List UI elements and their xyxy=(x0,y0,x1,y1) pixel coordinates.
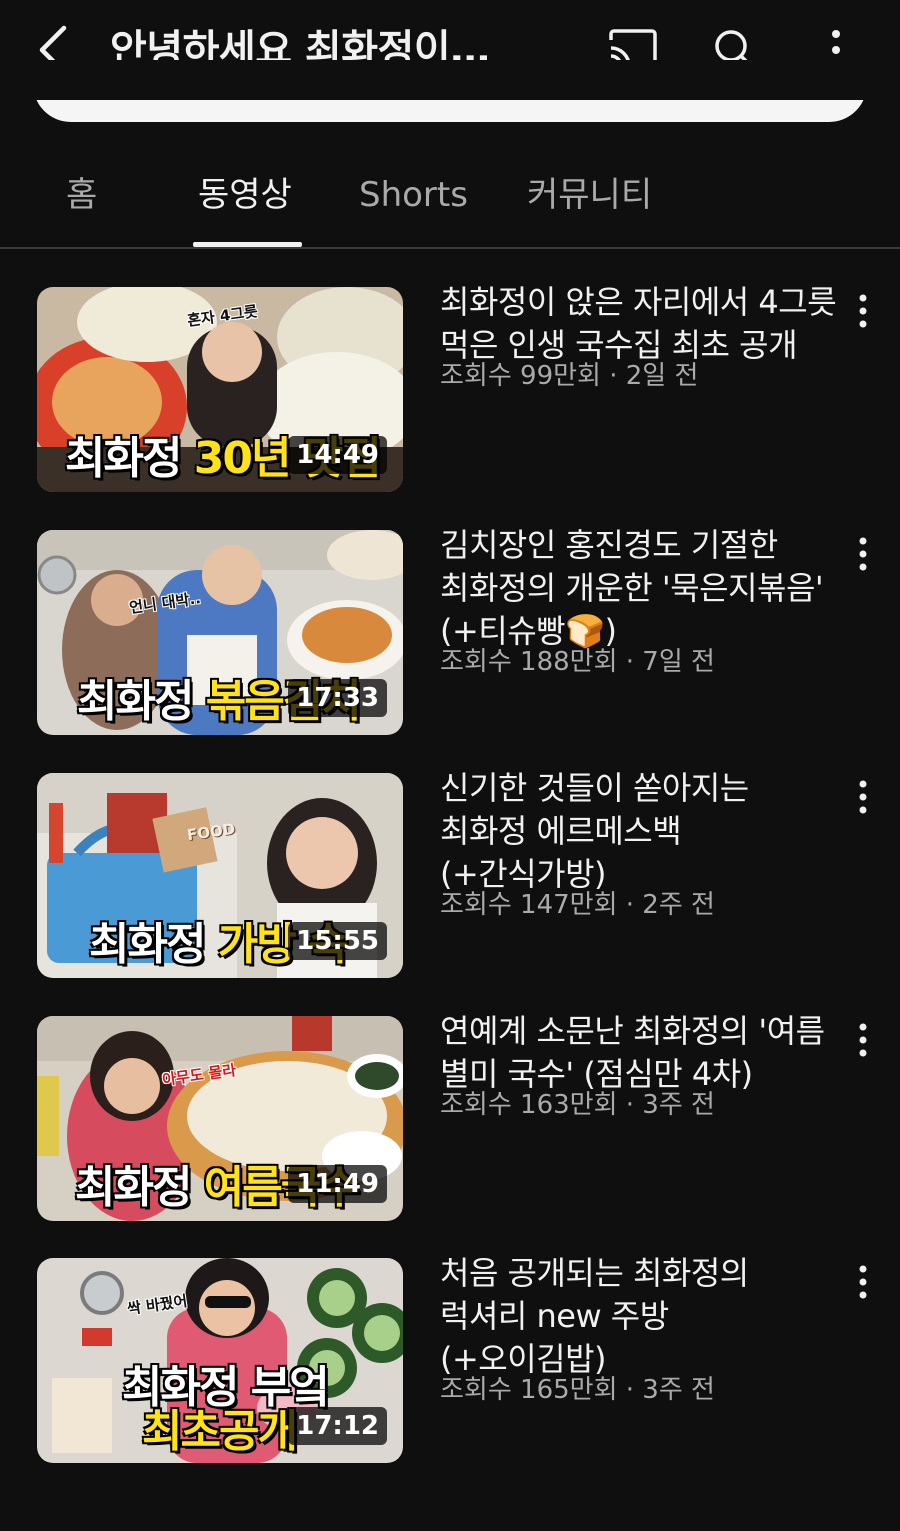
more-vertical-icon xyxy=(859,780,867,814)
video-menu-button[interactable] xyxy=(846,289,880,333)
video-title[interactable]: 최화정이 앉은 자리에서 4그릇 먹은 인생 국수집 최초 공개 xyxy=(440,281,840,367)
more-vertical-icon xyxy=(859,537,867,571)
video-title[interactable]: 신기한 것들이 쏟아지는 최화정 에르메스백 (+간식가방) xyxy=(440,767,840,896)
thumbnail-caption-highlight: 최초공개 xyxy=(142,1406,298,1457)
view-count: 조회수 99만회 xyxy=(440,361,601,391)
video-menu-button[interactable] xyxy=(846,532,880,576)
video-meta: 처음 공개되는 최화정의 럭셔리 new 주방 (+오이김밥) 조회수 165만… xyxy=(440,1252,840,1405)
stats-separator: · xyxy=(617,647,643,677)
view-count: 조회수 163만회 xyxy=(440,1090,618,1120)
video-item[interactable]: 혼자 4그릇 최화정 30년 맛집 14:49 최화정이 앉은 자리에서 4그릇… xyxy=(0,283,900,493)
video-thumbnail[interactable]: 혼자 4그릇 최화정 30년 맛집 14:49 xyxy=(37,287,403,492)
video-thumbnail[interactable]: FOOD 최화정 가방 속 15:55 xyxy=(37,773,403,978)
stats-separator: · xyxy=(617,1090,643,1120)
view-count: 조회수 165만회 xyxy=(440,1375,618,1405)
video-stats: 조회수 163만회 · 3주 전 xyxy=(440,1090,840,1120)
video-duration: 17:33 xyxy=(288,679,387,717)
video-thumbnail[interactable]: 싹 바꿨어 최화정 부엌 최초공개 17:12 xyxy=(37,1258,403,1463)
video-thumbnail[interactable]: 언니 대박.. 최화정 볶음김치 17:33 xyxy=(37,530,403,735)
upload-age: 3주 전 xyxy=(642,1375,715,1405)
video-item[interactable]: FOOD 최화정 가방 속 15:55 신기한 것들이 쏟아지는 최화정 에르메… xyxy=(0,769,900,979)
tab-community[interactable]: 커뮤니티 xyxy=(527,170,652,220)
video-meta: 연예계 소문난 최화정의 '여름 별미 국수' (점심만 4차) 조회수 163… xyxy=(440,1010,840,1120)
tab-videos[interactable]: 동영상 xyxy=(198,170,292,220)
video-item[interactable]: 아무도 몰라 최화정 여름국수 11:49 연예계 소문난 최화정의 '여름 별… xyxy=(0,1012,900,1222)
video-duration: 17:12 xyxy=(288,1407,387,1445)
video-meta: 신기한 것들이 쏟아지는 최화정 에르메스백 (+간식가방) 조회수 147만회… xyxy=(440,767,840,920)
thumbnail-caption-name: 최화정 xyxy=(65,433,182,484)
thumbnail-caption-name: 최화정 xyxy=(75,1162,192,1213)
video-meta: 김치장인 홍진경도 기절한 최화정의 개운한 '묵은지볶음' (+티슈빵🍞) 조… xyxy=(440,524,840,677)
video-duration: 11:49 xyxy=(288,1165,387,1203)
tabs-divider xyxy=(0,247,900,249)
video-item[interactable]: 싹 바꿨어 최화정 부엌 최초공개 17:12 처음 공개되는 최화정의 럭셔리… xyxy=(0,1254,900,1464)
more-vertical-icon xyxy=(859,1265,867,1299)
video-duration: 14:49 xyxy=(288,436,387,474)
video-thumbnail[interactable]: 아무도 몰라 최화정 여름국수 11:49 xyxy=(37,1016,403,1221)
video-menu-button[interactable] xyxy=(846,1018,880,1062)
more-vertical-icon xyxy=(859,294,867,328)
video-title[interactable]: 연예계 소문난 최화정의 '여름 별미 국수' (점심만 4차) xyxy=(440,1010,840,1096)
video-stats: 조회수 165만회 · 3주 전 xyxy=(440,1375,840,1405)
tab-shorts[interactable]: Shorts xyxy=(359,170,468,220)
video-menu-button[interactable] xyxy=(846,775,880,819)
stats-separator: · xyxy=(617,890,643,920)
stats-separator: · xyxy=(617,1375,643,1405)
channel-tabs: 홈 동영상 Shorts 커뮤니티 xyxy=(0,150,900,248)
video-stats: 조회수 188만회 · 7일 전 xyxy=(440,647,840,677)
video-meta: 최화정이 앉은 자리에서 4그릇 먹은 인생 국수집 최초 공개 조회수 99만… xyxy=(440,281,840,391)
video-stats: 조회수 147만회 · 2주 전 xyxy=(440,890,840,920)
more-vertical-icon xyxy=(859,1023,867,1057)
stats-separator: · xyxy=(600,361,626,391)
video-title[interactable]: 김치장인 홍진경도 기절한 최화정의 개운한 '묵은지볶음' (+티슈빵🍞) xyxy=(440,524,840,653)
upload-age: 2주 전 xyxy=(642,890,715,920)
thumbnail-caption-name: 최화정 xyxy=(77,676,194,727)
banner-mask xyxy=(0,60,900,100)
upload-age: 7일 전 xyxy=(642,647,715,677)
thumbnail-caption-name: 최화정 xyxy=(89,919,206,970)
video-title[interactable]: 처음 공개되는 최화정의 럭셔리 new 주방 (+오이김밥) xyxy=(440,1252,840,1381)
video-duration: 15:55 xyxy=(288,922,387,960)
video-menu-button[interactable] xyxy=(846,1260,880,1304)
tab-home[interactable]: 홈 xyxy=(66,170,97,220)
view-count: 조회수 188만회 xyxy=(440,647,618,677)
video-item[interactable]: 언니 대박.. 최화정 볶음김치 17:33 김치장인 홍진경도 기절한 최화정… xyxy=(0,526,900,736)
upload-age: 2일 전 xyxy=(625,361,699,391)
view-count: 조회수 147만회 xyxy=(440,890,618,920)
upload-age: 3주 전 xyxy=(642,1090,715,1120)
